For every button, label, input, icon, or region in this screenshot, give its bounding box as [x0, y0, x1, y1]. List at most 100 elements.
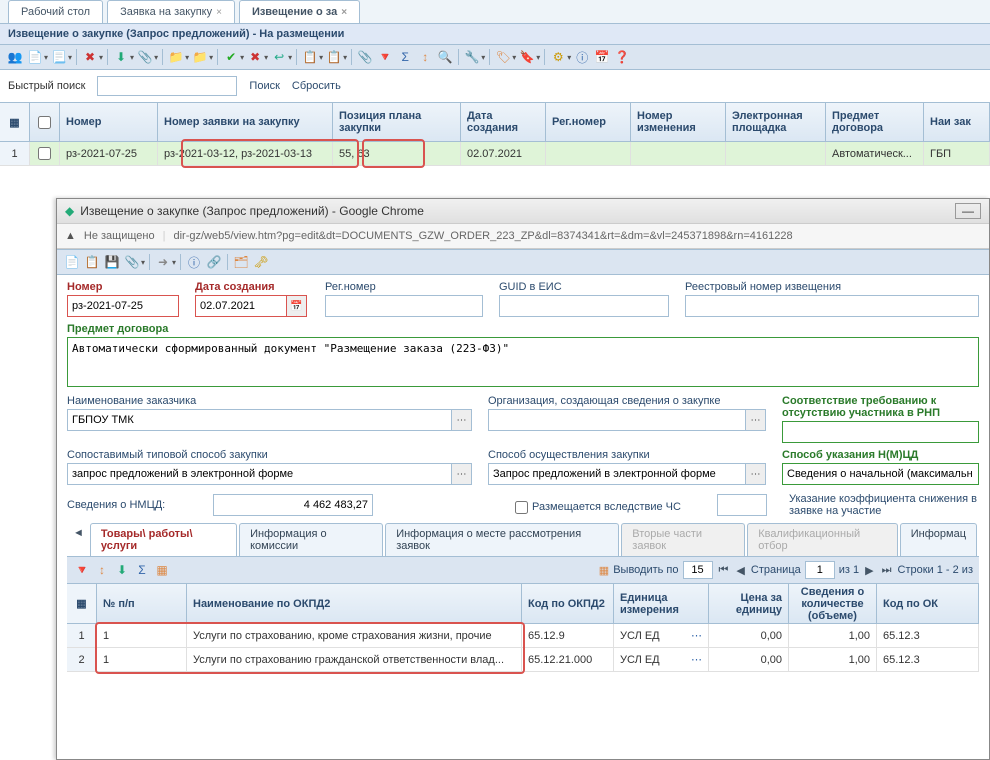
col-plosh[interactable]: Электронная площадка	[726, 103, 826, 141]
col-poz[interactable]: Позиция плана закупки	[333, 103, 461, 141]
lookup-icon[interactable]: ⋯	[746, 409, 766, 431]
pager-prev-icon[interactable]: ◀	[734, 564, 746, 577]
checkbox-chs[interactable]	[515, 501, 528, 514]
lookup-icon[interactable]: ⋯	[691, 653, 702, 666]
itab-goods[interactable]: Товары\ работы\ услуги	[90, 523, 237, 556]
icol-price[interactable]: Цена за единицу	[709, 584, 789, 623]
pager-perpage[interactable]	[683, 561, 713, 579]
close-icon[interactable]: ×	[341, 7, 347, 18]
input-nmcd[interactable]	[213, 494, 373, 516]
grid-corner[interactable]: ▦	[0, 103, 30, 141]
inner-grid-row[interactable]: 2 1 Услуги по страхованию гражданской от…	[67, 648, 979, 672]
attach-icon[interactable]: 📎	[136, 48, 154, 66]
new-icon[interactable]: 📄	[63, 253, 81, 271]
igrid-corner[interactable]: ▦	[67, 584, 97, 623]
col-date[interactable]: Дата создания	[461, 103, 546, 141]
grid-checkall[interactable]	[30, 103, 60, 141]
input-org[interactable]	[488, 409, 746, 431]
col-nai[interactable]: Наи зак	[924, 103, 990, 141]
col-izm[interactable]: Номер изменения	[631, 103, 726, 141]
tab-request[interactable]: Заявка на закупку×	[107, 0, 235, 23]
lookup-icon[interactable]: ⋯	[746, 463, 766, 485]
pager-next-icon[interactable]: ▶	[863, 564, 875, 577]
keyp-icon[interactable]: 🗝	[252, 253, 270, 271]
pager-last-icon[interactable]: ⏭	[880, 564, 894, 577]
sendp-icon[interactable]: ➜	[154, 253, 172, 271]
table-icon[interactable]: ▦	[599, 564, 609, 577]
page-icon[interactable]: 📃	[50, 48, 68, 66]
tool1-icon[interactable]: 🔧	[463, 48, 481, 66]
grid-row[interactable]: 1 рз-2021-07-25 рз-2021-03-12, рз-2021-0…	[0, 142, 990, 166]
sigma-icon[interactable]: Σ	[133, 561, 151, 579]
col-predmet[interactable]: Предмет договора	[826, 103, 924, 141]
doc-icon[interactable]: 📄	[26, 48, 44, 66]
icol-ed[interactable]: Единица измерения	[614, 584, 709, 623]
input-date[interactable]	[195, 295, 287, 317]
col-zayavka[interactable]: Номер заявки на закупку	[158, 103, 333, 141]
excel-icon[interactable]: ⬇	[113, 561, 131, 579]
search-button[interactable]: Поиск	[249, 80, 279, 92]
attach2-icon[interactable]: 📎	[123, 253, 141, 271]
reject-icon[interactable]: ✖	[246, 48, 264, 66]
help-icon[interactable]: ❓	[613, 48, 631, 66]
clipboard2-icon[interactable]: 📋	[325, 48, 343, 66]
input-sposob3[interactable]	[782, 463, 979, 485]
pager-page[interactable]	[805, 561, 835, 579]
save-icon[interactable]: 💾	[103, 253, 121, 271]
inner-grid-row[interactable]: 1 1 Услуги по страхованию, кроме страхов…	[67, 624, 979, 648]
input-sposob1[interactable]	[67, 463, 452, 485]
badge-icon[interactable]: 🏷	[494, 48, 512, 66]
clipboard-icon[interactable]: 📋	[301, 48, 319, 66]
itab-place[interactable]: Информация о месте рассмотрения заявок	[385, 523, 619, 556]
filter-icon[interactable]: 🔻	[73, 561, 91, 579]
col-nomer[interactable]: Номер	[60, 103, 158, 141]
icol-npp[interactable]: № п/п	[97, 584, 187, 623]
input-reg[interactable]	[325, 295, 483, 317]
send-icon[interactable]: ✔	[222, 48, 240, 66]
sort-icon[interactable]: ↕	[93, 561, 111, 579]
lookup-icon[interactable]: ⋯	[452, 409, 472, 431]
tab-notice[interactable]: Извещение о за×	[239, 0, 360, 23]
users-icon[interactable]: 👥	[6, 48, 24, 66]
input-reestr[interactable]	[685, 295, 979, 317]
icol-okv[interactable]: Код по ОК	[877, 584, 979, 623]
calendar-icon[interactable]: 📅	[287, 295, 307, 317]
cfg1-icon[interactable]: ⚙	[549, 48, 567, 66]
filter2-icon[interactable]: 🔍	[436, 48, 454, 66]
sigma-icon[interactable]: Σ	[396, 48, 414, 66]
lookup-icon[interactable]: ⋯	[691, 629, 702, 642]
close-icon[interactable]: ×	[216, 7, 222, 18]
input-guid[interactable]	[499, 295, 669, 317]
itab-info[interactable]: Информац	[900, 523, 977, 556]
reset-button[interactable]: Сбросить	[292, 80, 341, 92]
col-reg[interactable]: Рег.номер	[546, 103, 631, 141]
input-rnp[interactable]	[782, 421, 979, 443]
info-icon[interactable]: ⓘ	[573, 48, 591, 66]
icol-qty[interactable]: Сведения о количестве (объеме)	[789, 584, 877, 623]
sort-icon[interactable]: ↕	[416, 48, 434, 66]
icol-okpd[interactable]: Код по ОКПД2	[522, 584, 614, 623]
cols-icon[interactable]: ▦	[153, 561, 171, 579]
input-zakaz[interactable]	[67, 409, 452, 431]
tab-desktop[interactable]: Рабочий стол	[8, 0, 103, 23]
row-check[interactable]	[30, 142, 60, 165]
pager-first-icon[interactable]: ⏮	[717, 564, 731, 577]
filter-icon[interactable]: 🔻	[376, 48, 394, 66]
search-input[interactable]	[97, 76, 237, 96]
input-sposob2[interactable]	[488, 463, 746, 485]
return-icon[interactable]: ↩	[270, 48, 288, 66]
clip-icon[interactable]: 📎	[356, 48, 374, 66]
itab-commission[interactable]: Информация о комиссии	[239, 523, 383, 556]
input-nomer[interactable]	[67, 295, 179, 317]
tabs-prev-icon[interactable]: ◄	[67, 523, 90, 556]
stackp-icon[interactable]: 🗂	[232, 253, 250, 271]
cal-icon[interactable]: 📅	[593, 48, 611, 66]
folder2-icon[interactable]: 📁	[191, 48, 209, 66]
infop-icon[interactable]: ⓘ	[185, 253, 203, 271]
minimize-icon[interactable]: —	[955, 203, 981, 219]
lookup-icon[interactable]: ⋯	[452, 463, 472, 485]
icol-name[interactable]: Наименование по ОКПД2	[187, 584, 522, 623]
select-coef[interactable]	[717, 494, 767, 516]
linkp-icon[interactable]: 🔗	[205, 253, 223, 271]
copy-icon[interactable]: 📋	[83, 253, 101, 271]
